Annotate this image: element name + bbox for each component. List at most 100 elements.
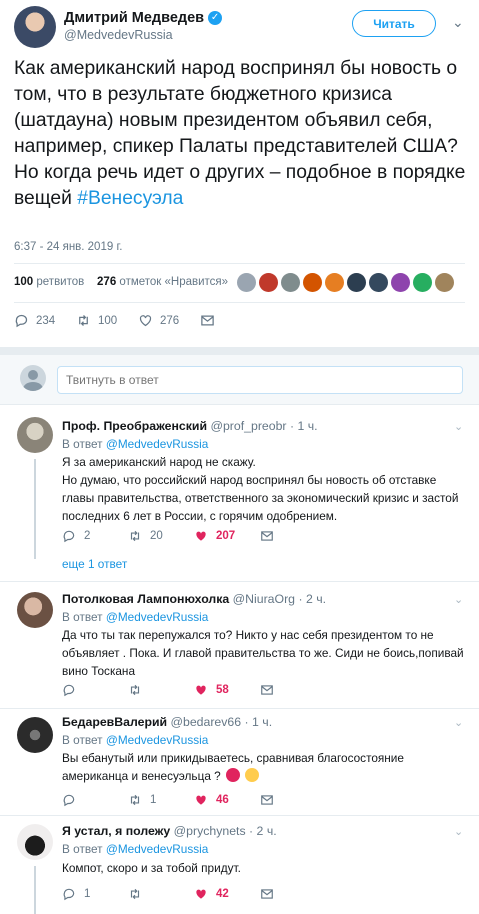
- mail-icon: [261, 795, 273, 805]
- reply-input[interactable]: [57, 366, 463, 394]
- retweet-icon: [79, 315, 88, 326]
- heart-icon: [139, 315, 152, 327]
- reply-actions: 1 46: [62, 793, 326, 807]
- reply-time[interactable]: · 2 ч.: [298, 592, 326, 606]
- liker-avatar[interactable]: [281, 273, 300, 292]
- reply-time[interactable]: · 1 ч.: [290, 419, 318, 433]
- reply-button[interactable]: [62, 683, 128, 697]
- like-count: 58: [216, 684, 229, 696]
- reply-composer: [0, 355, 479, 405]
- tweet-text: Как американский народ воспринял бы ново…: [14, 56, 466, 212]
- direct-message-button[interactable]: [260, 887, 326, 901]
- like-button[interactable]: 42: [194, 887, 260, 901]
- reply-actions: 2 20 207: [62, 529, 326, 543]
- reply-avatar[interactable]: [17, 592, 53, 628]
- retweet-count: 1: [150, 794, 157, 806]
- direct-message-button[interactable]: [260, 793, 326, 807]
- reply-tweet[interactable]: БедаревВалерий @bedarev66 · 1 ч. ⌄ В отв…: [0, 709, 479, 816]
- author-avatar[interactable]: [14, 6, 56, 48]
- thread-line: [34, 459, 36, 559]
- separator-band: [0, 347, 479, 355]
- liker-avatar[interactable]: [259, 273, 278, 292]
- retweet-count: 20: [150, 530, 163, 542]
- retweet-button[interactable]: [128, 683, 194, 697]
- reply-actions: 1 42: [62, 887, 326, 901]
- liker-avatar[interactable]: [325, 273, 344, 292]
- reply-avatar[interactable]: [17, 717, 53, 753]
- reply-author-name[interactable]: Проф. Преображенский: [62, 419, 207, 433]
- direct-message-button[interactable]: [260, 683, 326, 697]
- divider: [14, 302, 465, 303]
- reply-button[interactable]: 1: [62, 887, 128, 901]
- reply-author-name[interactable]: Я устал, я полежу: [62, 824, 170, 838]
- retweet-button[interactable]: [128, 887, 194, 901]
- in-reply-prefix: В ответ: [62, 437, 103, 451]
- liker-avatar[interactable]: [413, 273, 432, 292]
- tweet-timestamp[interactable]: 6:37 - 24 янв. 2019 г.: [14, 241, 122, 253]
- reply-text: Компот, скоро и за тобой придут.: [62, 861, 241, 875]
- retweet-button[interactable]: 1: [128, 793, 194, 807]
- reply-button[interactable]: 234: [14, 313, 76, 328]
- reply-count: 1: [84, 888, 91, 900]
- chevron-down-icon[interactable]: ⌄: [452, 14, 464, 31]
- like-button[interactable]: 46: [194, 793, 260, 807]
- in-reply-handle[interactable]: @MedvedevRussia: [106, 437, 208, 451]
- reply-count: 2: [84, 530, 91, 542]
- follow-button[interactable]: Читать: [352, 10, 436, 37]
- like-button[interactable]: 276: [138, 313, 200, 328]
- reply-author-handle[interactable]: @prof_preobr: [210, 419, 286, 433]
- reply-tweet[interactable]: Проф. Преображенский @prof_preobr · 1 ч.…: [0, 405, 479, 582]
- reply-avatar[interactable]: [17, 417, 53, 453]
- reply-author-name[interactable]: Потолковая Лампонюхолка: [62, 592, 229, 606]
- retweet-icon: [130, 684, 140, 696]
- reply-button[interactable]: [62, 793, 128, 807]
- in-reply-handle[interactable]: @MedvedevRussia: [106, 610, 208, 624]
- retweet-button[interactable]: 100: [76, 313, 138, 328]
- reply-button[interactable]: 2: [62, 529, 128, 543]
- main-tweet: Дмитрий Медведев ✓ @MedvedevRussia Читат…: [0, 0, 479, 345]
- retweets-label[interactable]: ретвитов: [36, 276, 84, 288]
- like-button[interactable]: 207: [194, 529, 260, 543]
- chevron-down-icon[interactable]: ⌄: [454, 593, 463, 606]
- in-reply-prefix: В ответ: [62, 610, 103, 624]
- retweets-count[interactable]: 100: [14, 276, 33, 288]
- like-count: 46: [216, 794, 229, 806]
- reply-time[interactable]: · 1 ч.: [245, 715, 273, 729]
- reply-author-name[interactable]: БедаревВалерий: [62, 715, 167, 729]
- liker-avatar[interactable]: [237, 273, 256, 292]
- like-button[interactable]: 58: [194, 683, 260, 697]
- liker-avatar[interactable]: [369, 273, 388, 292]
- reply-text: Да что ты так перепужался то? Никто у на…: [62, 628, 464, 678]
- reply-tweet[interactable]: Потолковая Лампонюхолка @NiuraOrg · 2 ч.…: [0, 582, 479, 709]
- direct-message-button[interactable]: [200, 313, 262, 328]
- reply-author-handle[interactable]: @bedarev66: [171, 715, 242, 729]
- author-handle[interactable]: @MedvedevRussia: [64, 28, 173, 42]
- in-reply-handle[interactable]: @MedvedevRussia: [106, 733, 208, 747]
- chevron-down-icon[interactable]: ⌄: [454, 716, 463, 729]
- reply-avatar[interactable]: [17, 824, 53, 860]
- liker-avatar[interactable]: [347, 273, 366, 292]
- author-name-row[interactable]: Дмитрий Медведев ✓: [64, 10, 223, 26]
- retweet-button[interactable]: 20: [128, 529, 194, 543]
- in-reply-handle[interactable]: @MedvedevRussia: [106, 842, 208, 856]
- hashtag-link[interactable]: #Венесуэла: [77, 188, 183, 209]
- reply-header: Проф. Преображенский @prof_preobr · 1 ч.: [62, 419, 318, 433]
- liker-avatar[interactable]: [303, 273, 322, 292]
- reply-time[interactable]: · 2 ч.: [249, 824, 277, 838]
- liker-avatar[interactable]: [435, 273, 454, 292]
- heart-icon: [196, 889, 206, 899]
- reply-text: Я за американский народ не скажу. Но дум…: [62, 455, 459, 523]
- retweet-icon: [130, 794, 140, 806]
- author-name[interactable]: Дмитрий Медведев: [64, 10, 204, 26]
- reply-author-handle[interactable]: @prychynets: [174, 824, 246, 838]
- reply-author-handle[interactable]: @NiuraOrg: [233, 592, 295, 606]
- reply-tweet[interactable]: Я устал, я полежу @prychynets · 2 ч. ⌄ В…: [0, 816, 479, 914]
- direct-message-button[interactable]: [260, 529, 326, 543]
- chevron-down-icon[interactable]: ⌄: [454, 420, 463, 433]
- likes-count[interactable]: 276: [97, 276, 116, 288]
- retweet-icon: [130, 888, 140, 900]
- likes-label[interactable]: отметок «Нравится»: [119, 276, 228, 288]
- liker-avatar[interactable]: [391, 273, 410, 292]
- chevron-down-icon[interactable]: ⌄: [454, 825, 463, 838]
- show-more-replies-link[interactable]: еще 1 ответ: [62, 557, 127, 571]
